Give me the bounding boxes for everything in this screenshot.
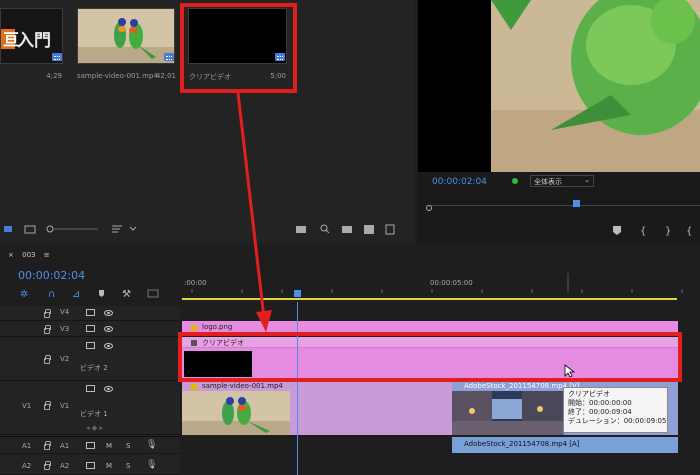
annotation-arrow [236, 92, 272, 332]
